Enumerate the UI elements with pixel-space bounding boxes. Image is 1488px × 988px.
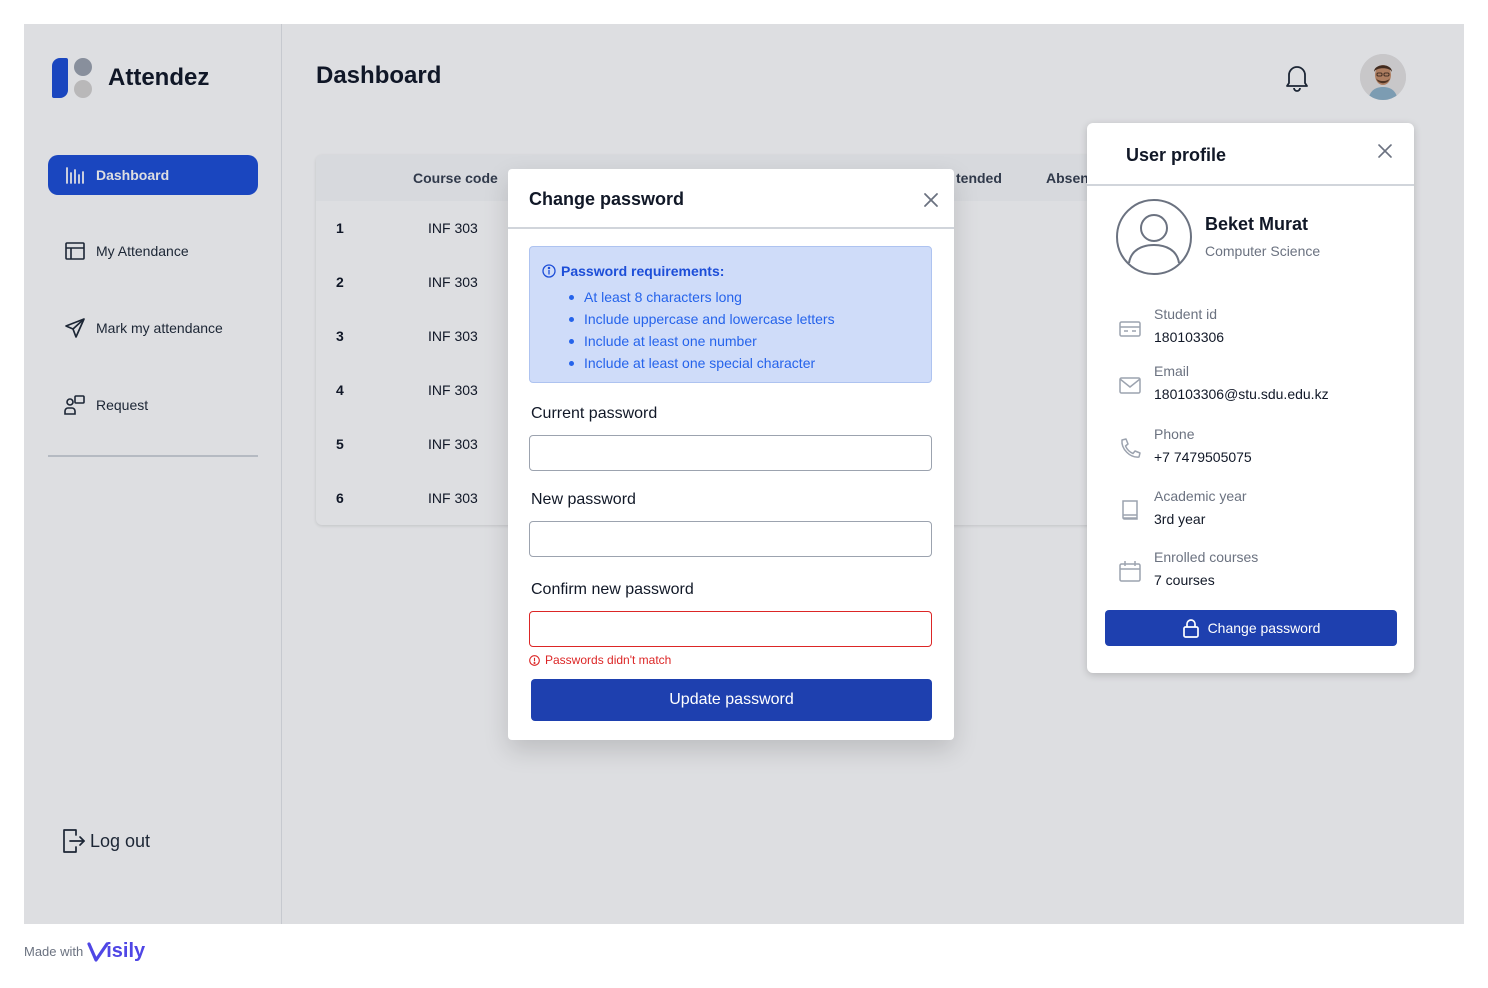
error-icon (529, 654, 540, 666)
info-label: Email (1154, 363, 1190, 379)
phone-icon (1121, 438, 1141, 458)
password-mismatch-error: Passwords didn't match (529, 653, 671, 667)
requirement-item: Include at least one number (568, 333, 835, 355)
info-phone: Phone +7 7479505075 (1117, 426, 1397, 470)
dialog-title: Change password (529, 189, 685, 209)
book-icon (1122, 500, 1138, 520)
id-card-icon (1119, 321, 1141, 337)
footer: Made with isily (24, 940, 145, 963)
info-label: Academic year (1154, 488, 1247, 504)
info-label: Phone (1154, 426, 1195, 442)
confirm-password-label: Confirm new password (531, 581, 694, 598)
close-icon[interactable] (1377, 143, 1393, 159)
requirement-item: Include at least one special character (568, 355, 835, 377)
user-department: Computer Science (1205, 243, 1321, 259)
made-with-text: Made with (24, 944, 84, 959)
dialog-divider (508, 227, 954, 229)
new-password-field[interactable] (529, 521, 932, 557)
requirements-title-text: Password requirements: (561, 263, 725, 279)
info-student-id: Student id 180103306 (1117, 306, 1397, 350)
panel-title: User profile (1126, 145, 1227, 165)
requirements-title: Password requirements: (542, 263, 724, 279)
change-password-label: Change password (1207, 620, 1321, 636)
error-text: Passwords didn't match (545, 653, 672, 667)
new-password-label: New password (531, 491, 636, 508)
mail-icon (1119, 377, 1141, 394)
info-academic-year: Academic year 3rd year (1117, 488, 1397, 532)
info-email: Email 180103306@stu.sdu.edu.kz (1117, 363, 1397, 407)
update-password-button[interactable]: Update password (531, 679, 932, 721)
app-window: Attendez Dashboard My Attendance Mark my… (24, 24, 1464, 924)
info-value: 7 courses (1154, 572, 1215, 588)
requirement-item: At least 8 characters long (568, 289, 835, 311)
info-value: 3rd year (1154, 511, 1206, 527)
confirm-password-field[interactable] (529, 611, 932, 647)
info-label: Student id (1154, 306, 1218, 322)
panel-divider (1087, 184, 1414, 186)
calendar-icon (1119, 561, 1141, 582)
change-password-dialog: Change password Password requirements: A… (508, 169, 954, 740)
requirements-list: At least 8 characters long Include upper… (568, 289, 835, 377)
info-label: Enrolled courses (1154, 549, 1259, 565)
lock-icon (1182, 619, 1199, 638)
requirement-item: Include uppercase and lowercase letters (568, 311, 835, 333)
info-icon (542, 264, 556, 278)
visily-brand-text: isily (106, 940, 146, 962)
user-name: Beket Murat (1205, 214, 1309, 234)
change-password-button[interactable]: Change password (1105, 610, 1397, 646)
current-password-field[interactable] (529, 435, 932, 471)
info-value: 180103306@stu.sdu.edu.kz (1154, 386, 1329, 402)
password-requirements: Password requirements: At least 8 charac… (529, 246, 932, 383)
user-avatar-icon (1116, 199, 1192, 275)
info-value: 180103306 (1154, 329, 1225, 345)
current-password-label: Current password (531, 405, 658, 422)
info-value: +7 7479505075 (1154, 449, 1252, 465)
user-profile-panel: User profile Beket Murat Computer Scienc… (1087, 123, 1414, 673)
close-icon[interactable] (922, 191, 940, 209)
visily-logo[interactable]: isily (87, 940, 145, 963)
info-enrolled-courses: Enrolled courses 7 courses (1117, 549, 1397, 593)
